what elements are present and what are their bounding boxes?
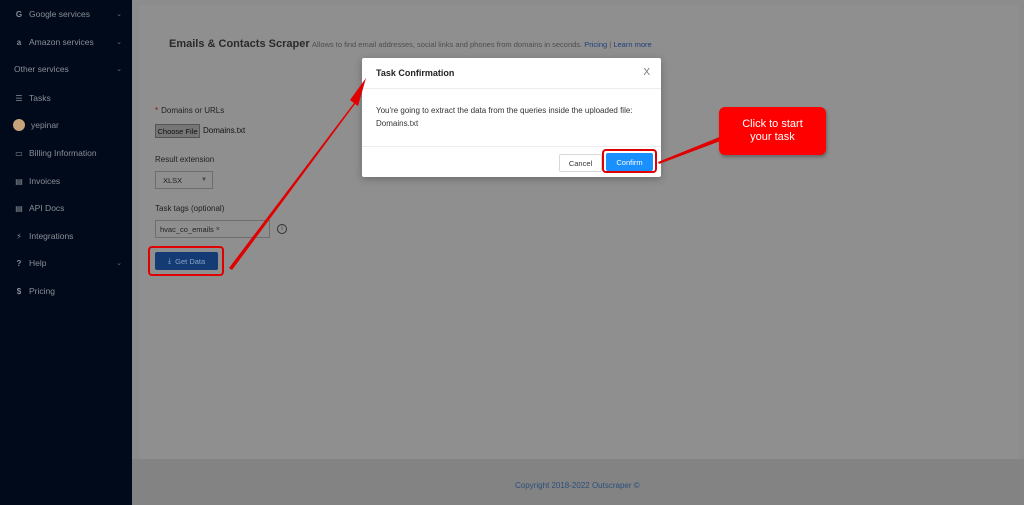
callout-line-2: your task [750,131,795,143]
callout-line-1: Click to start [742,118,803,130]
arrow-to-modal [229,78,366,270]
callout-bubble: Click to start your task [719,107,826,155]
arrow-to-confirm [658,136,723,164]
annotation-arrows [229,78,723,270]
